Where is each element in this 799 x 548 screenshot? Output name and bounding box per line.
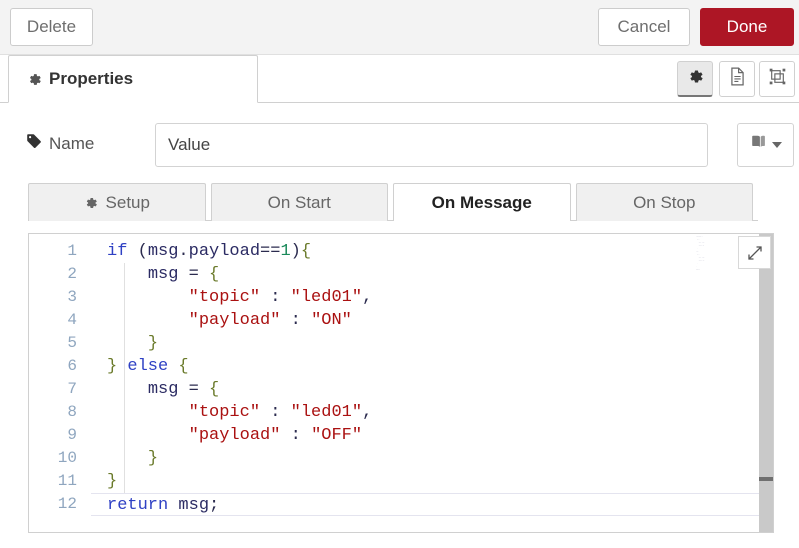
tab-on-stop-label: On Stop: [633, 192, 696, 212]
code-line-text[interactable]: "payload" : "ON": [91, 309, 773, 332]
tab-setup[interactable]: Setup: [28, 183, 206, 221]
book-icon: [750, 135, 767, 155]
code-line-text[interactable]: msg = {: [91, 263, 773, 286]
code-line-text[interactable]: "topic" : "led01",: [91, 286, 773, 309]
tab-properties-label: Properties: [49, 69, 134, 88]
line-number: 4: [67, 311, 77, 329]
code-editor[interactable]: 1 if (msg.payload==1){2 msg = {3 "topic" …: [28, 233, 774, 533]
tab-on-message-label: On Message: [431, 192, 532, 212]
code-line[interactable]: 4 "payload" : "ON": [29, 309, 773, 332]
gear-icon: [687, 68, 704, 90]
code-line-text[interactable]: }: [91, 470, 773, 493]
line-number: 3: [67, 288, 77, 306]
name-label: Name: [26, 133, 94, 154]
code-line[interactable]: 2 msg = {: [29, 263, 773, 286]
description-icon-button[interactable]: [719, 61, 755, 97]
minimap-line: }: [696, 248, 698, 249]
code-lines[interactable]: 1 if (msg.payload==1){2 msg = {3 "topic" …: [29, 240, 773, 516]
chevron-down-icon: [771, 142, 782, 148]
settings-icon-button[interactable]: [677, 61, 713, 97]
scrollbar-marker: [759, 477, 773, 481]
minimap-line: "topic" : "led01",: [696, 242, 705, 243]
line-number: 12: [57, 495, 77, 513]
code-line[interactable]: 6 } else {: [29, 355, 773, 378]
document-icon: [729, 67, 746, 91]
tab-on-stop[interactable]: On Stop: [575, 183, 753, 221]
minimap-line: "topic" : "led01",: [696, 257, 705, 258]
code-line[interactable]: 9 "payload" : "OFF": [29, 424, 773, 447]
tab-properties[interactable]: Properties: [8, 55, 258, 103]
code-line-text[interactable]: "payload" : "OFF": [91, 424, 773, 447]
code-line[interactable]: 8 "topic" : "led01",: [29, 401, 773, 424]
minimap-line: msg = {: [696, 254, 700, 255]
code-line-text[interactable]: "topic" : "led01",: [91, 401, 773, 424]
name-label-text: Name: [49, 133, 95, 153]
tab-setup-label: Setup: [105, 192, 150, 212]
done-button[interactable]: Done: [700, 8, 794, 46]
name-row: Name: [0, 113, 799, 175]
tab-strip: Properties: [0, 55, 799, 103]
code-line-text[interactable]: } else {: [91, 355, 773, 378]
line-number: 8: [67, 403, 77, 421]
dialog-header: Delete Cancel Done: [0, 0, 799, 55]
shape-icon: [768, 67, 787, 91]
line-number: 1: [67, 242, 77, 260]
code-line-text[interactable]: }: [91, 332, 773, 355]
code-line[interactable]: 5 }: [29, 332, 773, 355]
code-line[interactable]: 11}: [29, 470, 773, 493]
line-number: 2: [67, 265, 77, 283]
line-number: 9: [67, 426, 77, 444]
vertical-scrollbar[interactable]: [759, 234, 773, 532]
minimap-line: } else {: [696, 251, 699, 252]
code-line-text[interactable]: return msg;: [91, 493, 773, 516]
line-number: 6: [67, 357, 77, 375]
code-line-text[interactable]: }: [91, 447, 773, 470]
cancel-button[interactable]: Cancel: [598, 8, 690, 46]
code-line-text[interactable]: msg = {: [91, 378, 773, 401]
code-line[interactable]: 3 "topic" : "led01",: [29, 286, 773, 309]
minimap-line: return msg;: [696, 269, 700, 270]
delete-button[interactable]: Delete: [10, 8, 93, 46]
code-line[interactable]: 1 if (msg.payload==1){: [29, 240, 773, 263]
minimap[interactable]: if (msg.payload==1){ msg = { "topic" : "…: [696, 236, 736, 276]
minimap-line: msg = {: [696, 239, 700, 240]
name-menu-button[interactable]: [737, 123, 794, 167]
minimap-line: }: [696, 263, 698, 264]
tab-on-start[interactable]: On Start: [210, 183, 388, 221]
gear-icon: [84, 196, 98, 210]
code-line[interactable]: 7 msg = {: [29, 378, 773, 401]
scrollbar-thumb[interactable]: [760, 236, 772, 482]
code-line[interactable]: 12 return msg;: [29, 493, 773, 516]
tag-icon: [26, 133, 42, 154]
line-number: 11: [57, 472, 77, 490]
minimap-line: }: [696, 266, 697, 267]
appearance-icon-button[interactable]: [759, 61, 795, 97]
name-input[interactable]: [155, 123, 708, 167]
expand-arrow-icon[interactable]: [738, 236, 771, 269]
line-number: 7: [67, 380, 77, 398]
line-number: 10: [57, 449, 77, 467]
code-line[interactable]: 10 }: [29, 447, 773, 470]
line-number: 5: [67, 334, 77, 352]
tab-on-message[interactable]: On Message: [393, 183, 571, 221]
minimap-line: if (msg.payload==1){: [696, 236, 703, 237]
code-line-text[interactable]: if (msg.payload==1){: [91, 240, 773, 263]
function-sub-tabs: Setup On Start On Message On Stop: [28, 183, 758, 221]
tab-on-start-label: On Start: [267, 192, 331, 212]
minimap-line: "payload" : "ON": [696, 245, 705, 246]
minimap-line: "payload" : "OFF": [696, 260, 705, 261]
gear-icon: [27, 72, 41, 86]
horizontal-scrollbar[interactable]: [29, 527, 759, 532]
